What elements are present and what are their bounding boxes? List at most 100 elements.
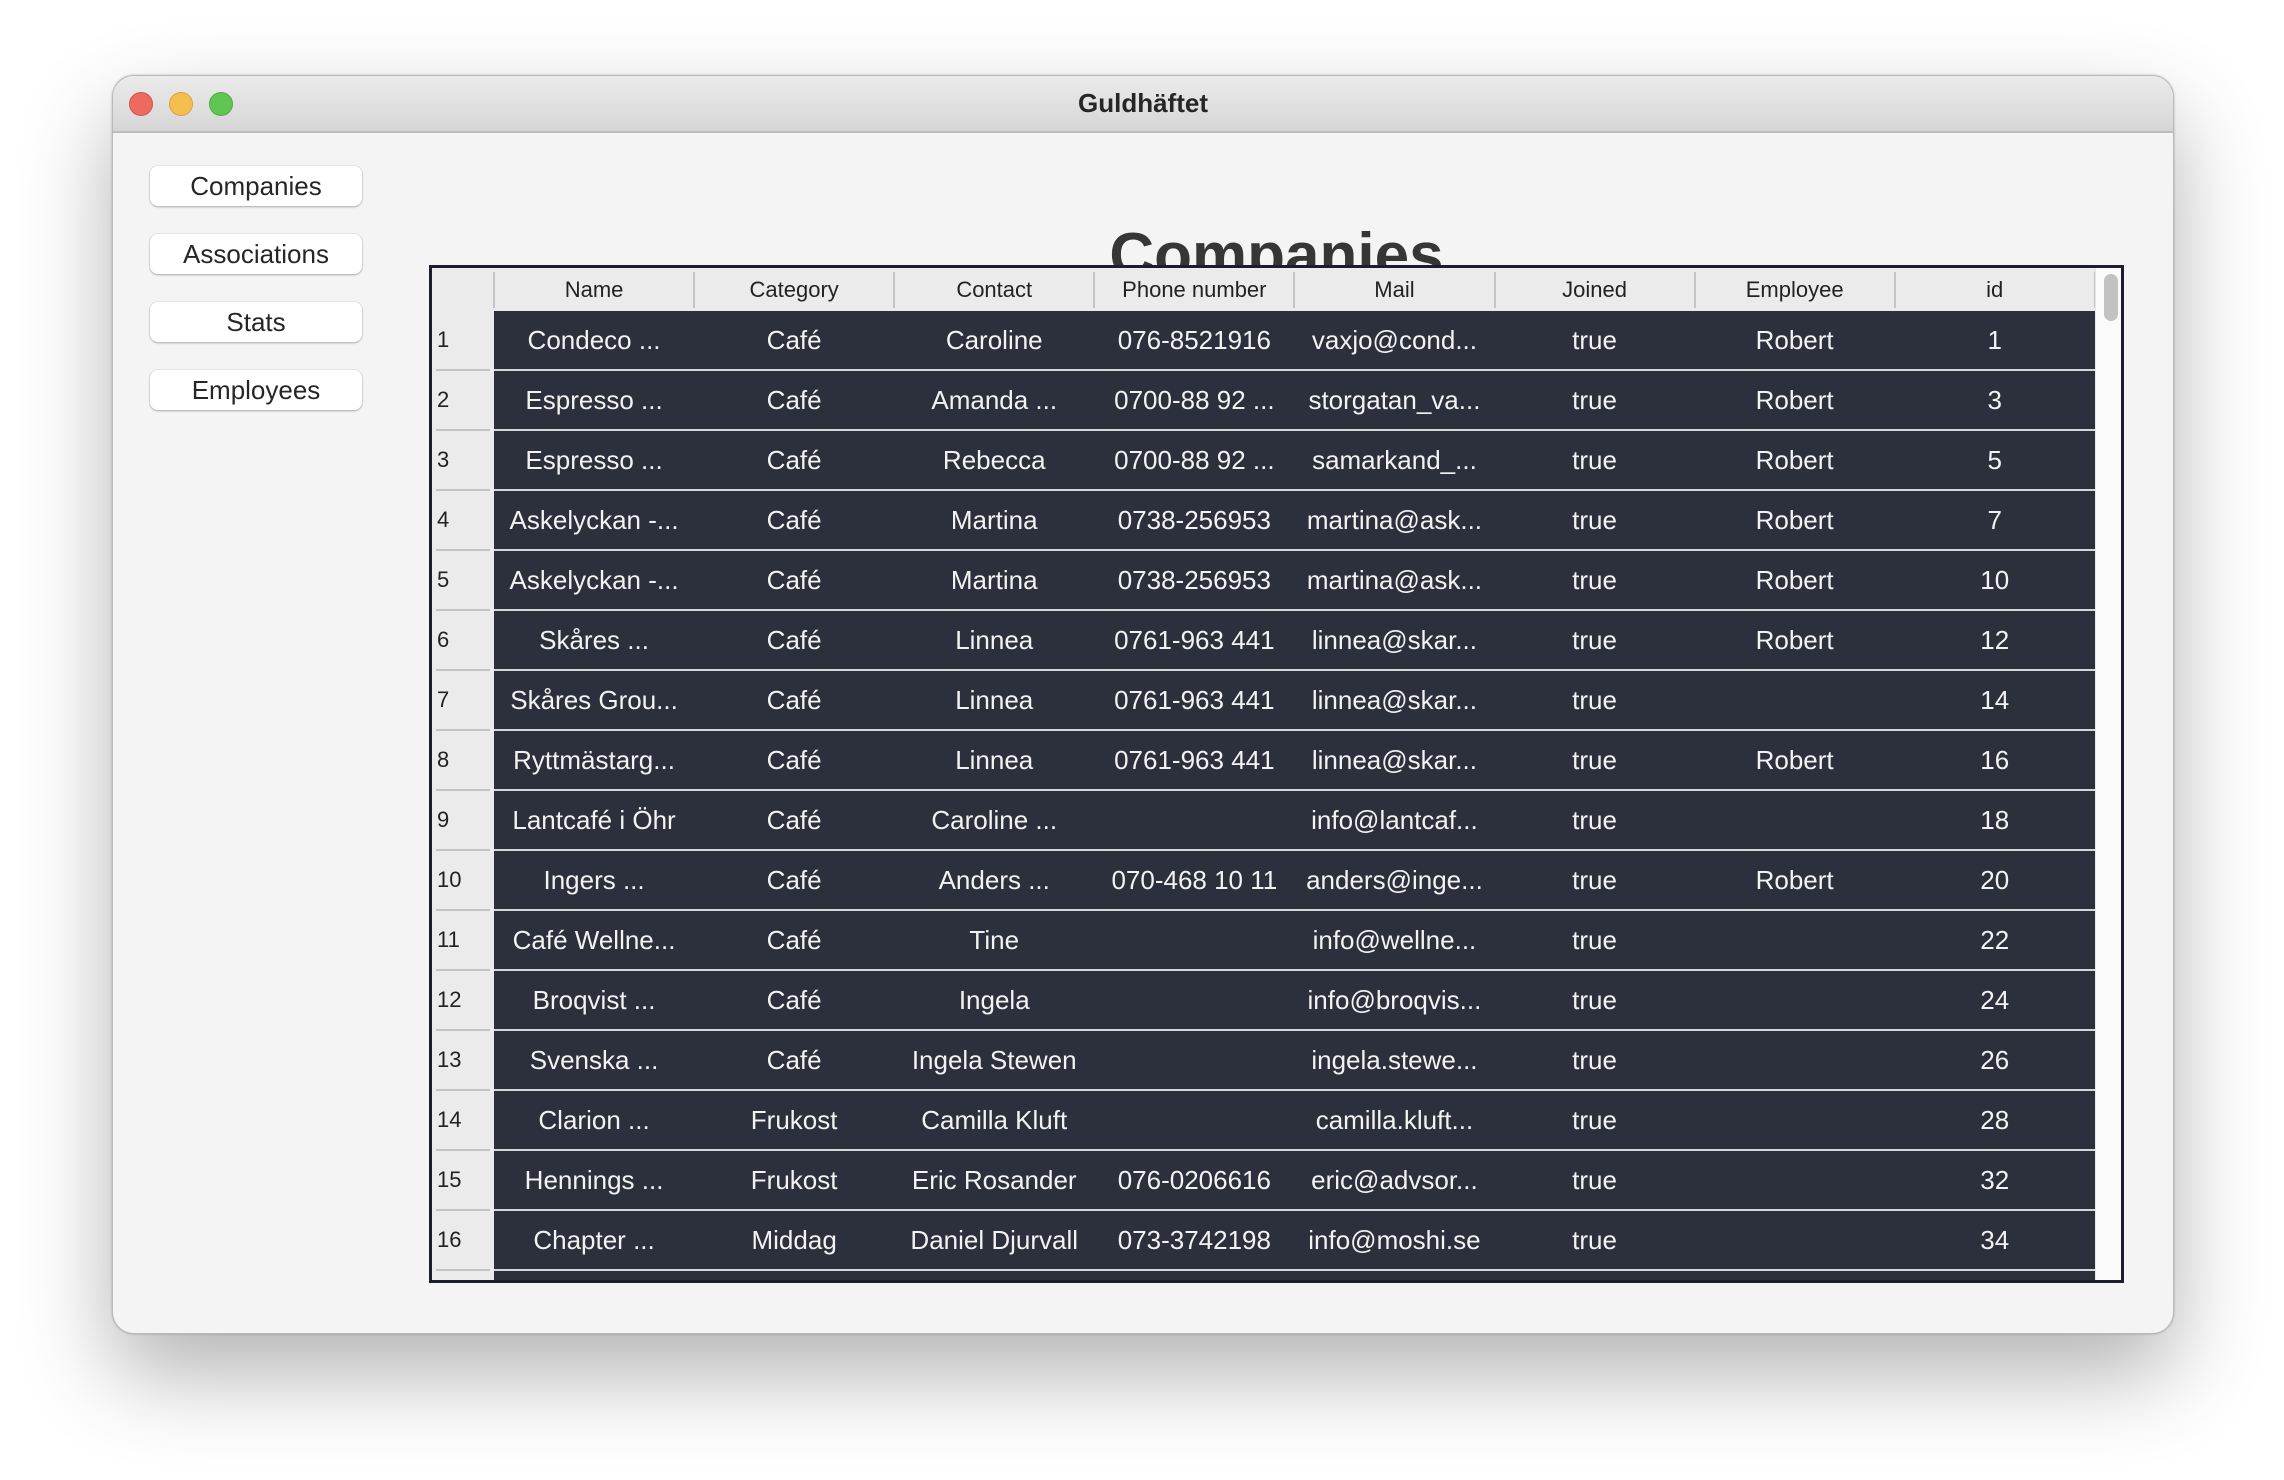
cell-employee[interactable]: Robert [1695,611,1895,669]
cell-id[interactable]: 5 [1895,431,2095,489]
cell-contact[interactable]: Tine [894,911,1094,969]
cell-phone-number[interactable] [1094,791,1294,849]
cell-mail[interactable]: info@lantcaf... [1294,791,1494,849]
column-header-employee[interactable]: Employee [1695,268,1895,311]
cell-phone-number[interactable]: 0738-256953 [1094,491,1294,549]
cell-employee[interactable] [1695,671,1895,729]
cell-joined[interactable]: true [1495,311,1695,369]
cell-employee[interactable]: Robert [1695,851,1895,909]
cell-id[interactable]: 3 [1895,371,2095,429]
cell-id[interactable]: 34 [1895,1211,2095,1269]
column-header-name[interactable]: Name [494,268,694,311]
cell-phone-number[interactable]: 0761-963 441 [1094,671,1294,729]
cell-employee[interactable]: Robert [1695,491,1895,549]
row-number[interactable]: 16 [432,1211,494,1269]
cell-contact[interactable]: Martina [894,491,1094,549]
cell-mail[interactable]: info@wellne... [1294,911,1494,969]
cell-contact[interactable]: Amanda ... [894,371,1094,429]
row-cells[interactable]: Skåres Grou... Café Linnea 0761-963 441 linn… [494,671,2095,729]
cell-id[interactable]: 28 [1895,1091,2095,1149]
cell-employee[interactable] [1695,1271,1895,1280]
cell-employee[interactable]: Robert [1695,431,1895,489]
cell-category[interactable]: Café [694,671,894,729]
cell-id[interactable]: 7 [1895,491,2095,549]
cell-employee[interactable]: Robert [1695,731,1895,789]
cell-joined[interactable]: true [1495,971,1695,1029]
cell-name[interactable]: Condeco ... [494,311,694,369]
cell-contact[interactable]: Camilla Kluft [894,1091,1094,1149]
row-cells[interactable]: Hennings ... Frukost Eric Rosander 076-0206… [494,1151,2095,1209]
cell-contact[interactable]: Linnea [894,731,1094,789]
row-cells[interactable]: Skåres ... Café Linnea 0761-963 441 linnea@s… [494,611,2095,669]
cell-name[interactable]: Hennings ... [494,1151,694,1209]
cell-category[interactable]: Café [694,311,894,369]
nav-employees-button[interactable]: Employees [150,370,362,410]
table-row[interactable]: 5 Askelyckan -... Café Martina 0738-256953 ma… [432,551,2095,611]
cell-name[interactable]: Skåres Grou... [494,671,694,729]
table-row[interactable]: 2 Espresso ... Café Amanda ... 0700-88 92 ..… [432,371,2095,431]
cell-employee[interactable] [1695,1211,1895,1269]
cell-mail[interactable]: linnea@skar... [1294,671,1494,729]
column-header-phone-number[interactable]: Phone number [1094,268,1294,311]
cell-category[interactable]: Frukost [694,1151,894,1209]
cell-phone-number[interactable]: 0700-88 92 ... [1094,371,1294,429]
cell-employee[interactable] [1695,911,1895,969]
cell-id[interactable]: 22 [1895,911,2095,969]
cell-phone-number[interactable]: 0738-256953 [1094,551,1294,609]
cell-id[interactable]: 16 [1895,731,2095,789]
cell-id[interactable]: 18 [1895,791,2095,849]
cell-name[interactable]: Skåres ... [494,611,694,669]
cell-mail[interactable] [1294,1271,1494,1280]
cell-name[interactable]: Ingers ... [494,851,694,909]
row-number[interactable]: 5 [432,551,494,609]
cell-phone-number[interactable] [1094,911,1294,969]
cell-category[interactable]: Café [694,491,894,549]
cell-mail[interactable]: martina@ask... [1294,551,1494,609]
cell-name[interactable]: Espresso ... [494,431,694,489]
table-row[interactable]: 8 Ryttmästarg... Café Linnea 0761-963 441 lin… [432,731,2095,791]
cell-contact[interactable]: Anders ... [894,851,1094,909]
cell-employee[interactable]: Robert [1695,551,1895,609]
cell-contact[interactable]: Ingela Stewen [894,1031,1094,1089]
cell-mail[interactable]: martina@ask... [1294,491,1494,549]
row-number[interactable] [432,1271,494,1280]
cell-employee[interactable]: Robert [1695,371,1895,429]
title-bar[interactable]: Guldhäftet [113,76,2173,133]
table-row[interactable] [432,1271,2095,1280]
cell-joined[interactable]: true [1495,731,1695,789]
cell-employee[interactable] [1695,1031,1895,1089]
nav-companies-button[interactable]: Companies [150,166,362,206]
cell-contact[interactable]: Martina [894,551,1094,609]
cell-joined[interactable]: true [1495,1031,1695,1089]
cell-joined[interactable]: true [1495,371,1695,429]
row-cells[interactable]: Clarion ... Frukost Camilla Kluft camilla.k… [494,1091,2095,1149]
cell-id[interactable]: 26 [1895,1031,2095,1089]
cell-joined[interactable]: true [1495,611,1695,669]
row-cells[interactable]: Espresso ... Café Rebecca 0700-88 92 ... sam… [494,431,2095,489]
cell-id[interactable]: 32 [1895,1151,2095,1209]
cell-category[interactable]: Café [694,1031,894,1089]
row-cells[interactable]: Espresso ... Café Amanda ... 0700-88 92 ...… [494,371,2095,429]
cell-joined[interactable]: true [1495,851,1695,909]
cell-phone-number[interactable] [1094,1091,1294,1149]
cell-contact[interactable]: Caroline [894,311,1094,369]
table-row[interactable]: 10 Ingers ... Café Anders ... 070-468 10 11 a… [432,851,2095,911]
cell-category[interactable] [694,1271,894,1280]
cell-name[interactable]: Café Wellne... [494,911,694,969]
row-number[interactable]: 9 [432,791,494,849]
scrollbar-thumb[interactable] [2104,274,2118,321]
cell-mail[interactable]: linnea@skar... [1294,731,1494,789]
column-header-id[interactable]: id [1895,268,2095,311]
cell-joined[interactable]: true [1495,1211,1695,1269]
cell-id[interactable]: 20 [1895,851,2095,909]
cell-joined[interactable]: true [1495,791,1695,849]
cell-mail[interactable]: camilla.kluft... [1294,1091,1494,1149]
cell-contact[interactable]: Ingela [894,971,1094,1029]
cell-name[interactable]: Clarion ... [494,1091,694,1149]
cell-phone-number[interactable] [1094,971,1294,1029]
table-row[interactable]: 3 Espresso ... Café Rebecca 0700-88 92 ... sa… [432,431,2095,491]
cell-category[interactable]: Café [694,971,894,1029]
row-number[interactable]: 1 [432,311,494,369]
cell-mail[interactable]: samarkand_... [1294,431,1494,489]
cell-joined[interactable]: true [1495,671,1695,729]
